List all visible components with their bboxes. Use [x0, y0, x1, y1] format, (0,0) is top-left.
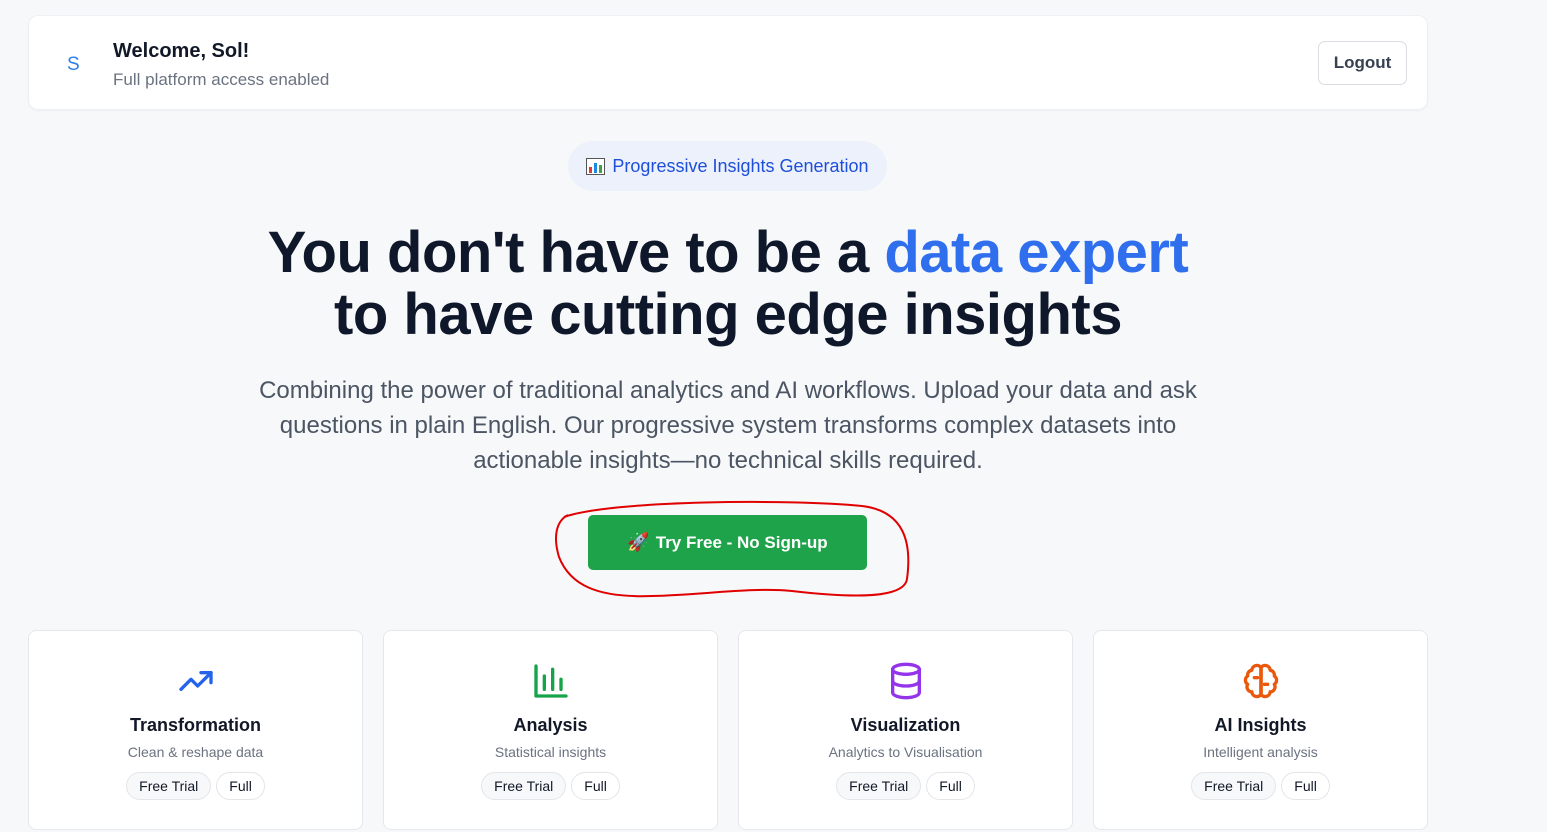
headline-part2: to have cutting edge insights	[334, 282, 1122, 347]
free-trial-tag: Free Trial	[1191, 772, 1277, 800]
card-title: AI Insights	[1214, 715, 1307, 735]
full-tag: Full	[926, 772, 975, 800]
feature-card-visualization[interactable]: Visualization Analytics to Visualisation…	[738, 630, 1073, 830]
full-tag: Full	[571, 772, 620, 800]
full-tag: Full	[1281, 772, 1330, 800]
free-trial-tag: Free Trial	[126, 772, 212, 800]
free-trial-tag: Free Trial	[481, 772, 567, 800]
card-title: Visualization	[850, 715, 961, 735]
logout-button[interactable]: Logout	[1318, 41, 1407, 85]
feature-card-ai-insights[interactable]: AI Insights Intelligent analysis Free Tr…	[1093, 630, 1428, 830]
card-desc: Analytics to Visualisation	[828, 744, 983, 760]
feature-badge: Progressive Insights Generation	[568, 141, 887, 191]
try-free-label: Try Free - No Sign-up	[655, 532, 828, 552]
top-bar: S Welcome, Sol! Full platform access ena…	[28, 15, 1428, 110]
access-status: Full platform access enabled	[113, 70, 330, 89]
bar-chart-icon	[586, 157, 606, 175]
feature-card-transformation[interactable]: Transformation Clean & reshape data Free…	[28, 630, 363, 830]
avatar: S	[67, 54, 80, 75]
card-title: Analysis	[513, 715, 588, 735]
trending-up-icon	[178, 671, 213, 691]
badge-label: Progressive Insights Generation	[612, 155, 869, 176]
card-title: Transformation	[129, 715, 262, 735]
card-desc: Clean & reshape data	[127, 744, 264, 760]
hero-headline: You don't have to be a data expert to ha…	[0, 222, 1456, 346]
free-trial-tag: Free Trial	[836, 772, 922, 800]
hero-subtitle: Combining the power of traditional analy…	[259, 377, 1197, 474]
card-desc: Intelligent analysis	[1203, 744, 1318, 760]
bar-chart-icon	[533, 664, 568, 698]
rocket-icon: 🚀	[627, 532, 650, 552]
card-desc: Statistical insights	[494, 744, 607, 760]
headline-accent: data expert	[884, 220, 1189, 285]
try-free-button[interactable]: 🚀 Try Free - No Sign-up	[588, 515, 867, 570]
full-tag: Full	[216, 772, 265, 800]
database-icon	[890, 662, 921, 700]
welcome-text: Welcome, Sol!	[113, 40, 250, 62]
feature-card-analysis[interactable]: Analysis Statistical insights Free Trial…	[383, 630, 718, 830]
brain-icon	[1243, 663, 1278, 699]
headline-part1: You don't have to be a	[267, 220, 885, 285]
